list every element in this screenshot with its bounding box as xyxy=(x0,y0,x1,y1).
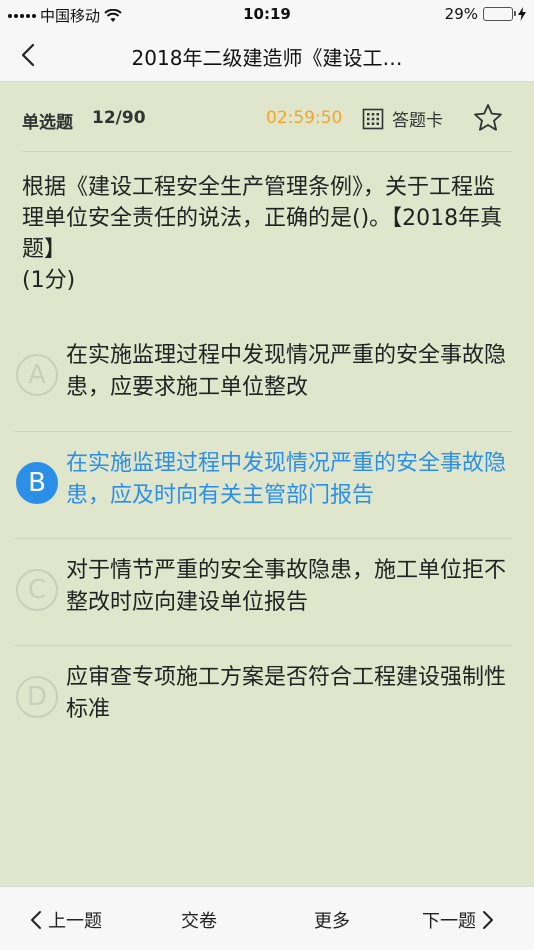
battery-percent: 29% xyxy=(444,5,478,23)
submit-button[interactable]: 交卷 xyxy=(181,907,217,933)
option-c-marker: C xyxy=(16,569,58,611)
chevron-left-icon xyxy=(31,911,41,929)
back-chevron-icon[interactable] xyxy=(14,40,44,70)
chevron-right-icon xyxy=(483,911,493,929)
option-a[interactable]: A 在实施监理过程中发现情况严重的安全事故隐患，应要求施工单位整改 xyxy=(14,324,512,431)
favorite-star-icon[interactable] xyxy=(472,102,504,134)
option-d-text: 应审查专项施工方案是否符合工程建设强制性标准 xyxy=(66,665,507,722)
option-d-marker: D xyxy=(16,676,58,718)
status-right: 29% xyxy=(445,5,526,23)
page-title: 2018年二级建造师《建设工… xyxy=(131,46,403,70)
question-score: (1分) xyxy=(22,268,76,293)
charging-icon xyxy=(518,7,526,21)
option-a-marker: A xyxy=(16,354,58,396)
submit-label: 交卷 xyxy=(181,911,217,932)
answer-card-button[interactable]: 答题卡 xyxy=(362,106,443,131)
bottom-toolbar: 上一题 交卷 更多 下一题 xyxy=(0,886,534,950)
question-progress: 12/90 xyxy=(92,108,146,128)
more-label: 更多 xyxy=(314,911,350,932)
status-bar: 中国移动 10:19 29% xyxy=(0,0,534,28)
nav-bar: 2018年二级建造师《建设工… xyxy=(0,28,534,82)
battery-icon xyxy=(483,7,516,21)
answer-sheet-icon xyxy=(362,108,384,129)
option-c-text: 对于情节严重的安全事故隐患，施工单位拒不整改时应向建设单位报告 xyxy=(66,558,507,615)
question-text: 根据《建设工程安全生产管理条例》，关于工程监理单位安全责任的说法，正确的是()。… xyxy=(22,175,503,262)
next-question-button[interactable]: 下一题 xyxy=(422,907,494,933)
prev-question-label: 上一题 xyxy=(48,911,102,932)
next-question-label: 下一题 xyxy=(422,911,476,932)
option-d[interactable]: D 应审查专项施工方案是否符合工程建设强制性标准 xyxy=(14,645,512,752)
option-a-text: 在实施监理过程中发现情况严重的安全事故隐患，应要求施工单位整改 xyxy=(66,343,507,400)
question-header: 单选题 12/90 02:59:50 答题卡 xyxy=(22,96,512,152)
question-stem: 根据《建设工程安全生产管理条例》，关于工程监理单位安全责任的说法，正确的是()。… xyxy=(22,172,512,296)
prev-question-button[interactable]: 上一题 xyxy=(30,907,102,933)
option-b-marker: B xyxy=(16,462,58,504)
countdown-timer: 02:59:50 xyxy=(266,108,343,128)
option-b[interactable]: B 在实施监理过程中发现情况严重的安全事故隐患，应及时向有关主管部门报告 xyxy=(14,431,512,538)
option-b-text: 在实施监理过程中发现情况严重的安全事故隐患，应及时向有关主管部门报告 xyxy=(66,451,507,508)
answer-card-label: 答题卡 xyxy=(392,111,443,131)
more-button[interactable]: 更多 xyxy=(314,907,350,933)
option-c[interactable]: C 对于情节严重的安全事故隐患，施工单位拒不整改时应向建设单位报告 xyxy=(14,538,512,645)
question-type: 单选题 xyxy=(22,113,73,133)
options-list: A 在实施监理过程中发现情况严重的安全事故隐患，应要求施工单位整改 B 在实施监… xyxy=(0,324,534,752)
